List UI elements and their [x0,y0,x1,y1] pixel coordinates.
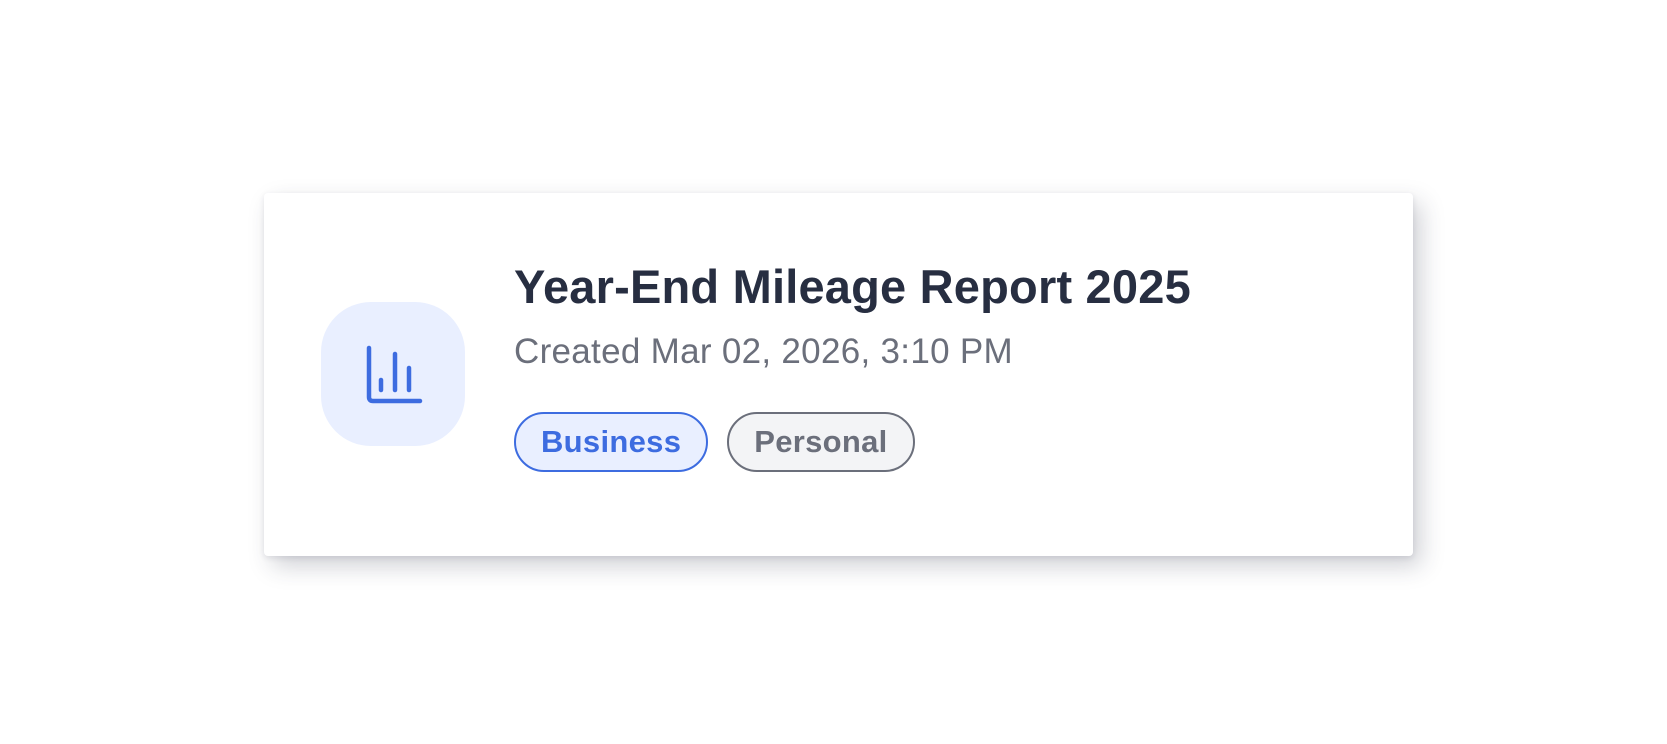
report-icon-tile [321,302,465,446]
tag-personal[interactable]: Personal [727,412,915,472]
tag-list: Business Personal [514,412,1374,472]
report-card[interactable]: Year-End Mileage Report 2025 Created Mar… [264,193,1413,556]
report-title: Year-End Mileage Report 2025 [514,260,1191,313]
report-details: Year-End Mileage Report 2025 Created Mar… [514,259,1374,472]
page: Year-End Mileage Report 2025 Created Mar… [0,0,1667,744]
tag-business[interactable]: Business [514,412,709,472]
bar-chart-icon [366,345,423,404]
created-timestamp: Created Mar 02, 2026, 3:10 PM [514,332,1013,371]
